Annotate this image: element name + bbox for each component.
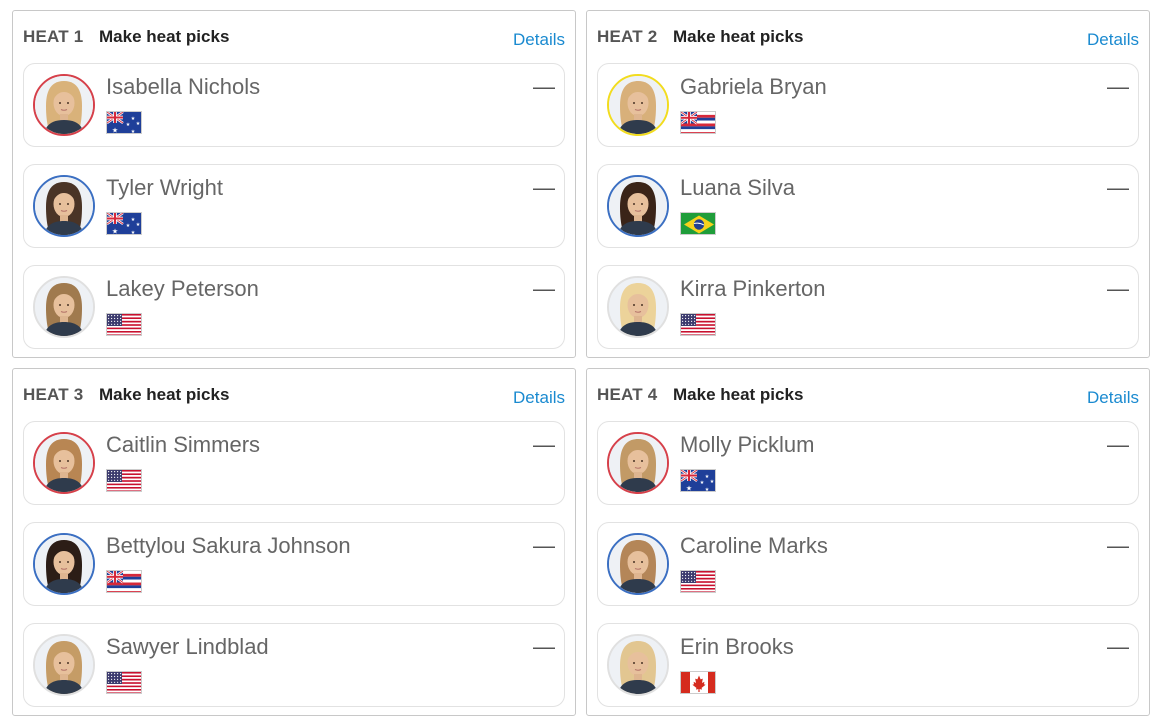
make-heat-picks-link[interactable]: Make heat picks xyxy=(673,385,803,405)
flag-brazil-icon xyxy=(680,212,716,235)
heat-card: HEAT 1 Make heat picks Details Isabella Ni… xyxy=(12,10,576,358)
athlete-avatar xyxy=(33,432,95,494)
heat-card: HEAT 4 Make heat picks Details Molly Pickl… xyxy=(586,368,1150,716)
athlete-name: Molly Picklum xyxy=(680,432,815,457)
athlete-card[interactable]: Sawyer Lindblad — xyxy=(23,623,565,707)
svg-text:★: ★ xyxy=(686,485,692,493)
athlete-card[interactable]: Caroline Marks — xyxy=(597,522,1139,606)
athlete-avatar xyxy=(33,634,95,696)
athlete-score: — xyxy=(1107,276,1129,301)
athlete-score: — xyxy=(1107,175,1129,200)
svg-text:★: ★ xyxy=(131,230,136,235)
athlete-score: — xyxy=(533,432,555,457)
svg-text:★: ★ xyxy=(136,222,141,228)
heat-label: HEAT 2 xyxy=(597,27,658,46)
details-link[interactable]: Details xyxy=(1087,30,1139,50)
flag-australia-icon: ★ ★ ★ ★ ★ xyxy=(106,212,142,235)
flag-australia-icon: ★ ★ ★ ★ ★ xyxy=(106,111,142,134)
athlete-name: Gabriela Bryan xyxy=(680,74,827,99)
athlete-avatar xyxy=(607,74,669,136)
athlete-card[interactable]: Molly Picklum ★ ★ ★ ★ ★ — xyxy=(597,421,1139,505)
flag-hawaii-icon xyxy=(106,570,142,593)
svg-text:★: ★ xyxy=(700,480,705,486)
svg-text:★: ★ xyxy=(112,127,118,135)
svg-text:★: ★ xyxy=(131,129,136,134)
athlete-score: — xyxy=(533,74,555,99)
athlete-name: Caroline Marks xyxy=(680,533,828,558)
heat-header: HEAT 2 Make heat picks Details xyxy=(597,25,1139,51)
flag-usa-icon xyxy=(106,671,142,694)
heat-label: HEAT 4 xyxy=(597,385,658,404)
athlete-card[interactable]: Isabella Nichols ★ ★ ★ ★ ★ — xyxy=(23,63,565,147)
athlete-avatar xyxy=(607,175,669,237)
svg-text:★: ★ xyxy=(136,121,141,127)
athlete-card[interactable]: Kirra Pinkerton — xyxy=(597,265,1139,349)
flag-australia-icon: ★ ★ ★ ★ ★ xyxy=(680,469,716,492)
svg-text:★: ★ xyxy=(710,479,715,485)
athlete-card[interactable]: Luana Silva — xyxy=(597,164,1139,248)
athlete-score: — xyxy=(533,634,555,659)
athlete-score: — xyxy=(533,533,555,558)
athlete-avatar xyxy=(607,432,669,494)
flag-usa-icon xyxy=(680,313,716,336)
athlete-name: Sawyer Lindblad xyxy=(106,634,269,659)
athlete-score: — xyxy=(533,276,555,301)
athlete-avatar xyxy=(607,533,669,595)
details-link[interactable]: Details xyxy=(1087,388,1139,408)
athlete-avatar xyxy=(33,74,95,136)
svg-text:★: ★ xyxy=(126,122,131,128)
heat-header: HEAT 3 Make heat picks Details xyxy=(23,383,565,409)
make-heat-picks-link[interactable]: Make heat picks xyxy=(99,27,229,47)
heat-card: HEAT 2 Make heat picks Details Gabriela Br… xyxy=(586,10,1150,358)
athlete-score: — xyxy=(1107,533,1129,558)
details-link[interactable]: Details xyxy=(513,388,565,408)
svg-text:★: ★ xyxy=(705,487,710,492)
heat-label: HEAT 1 xyxy=(23,27,84,46)
athlete-name: Erin Brooks xyxy=(680,634,794,659)
details-link[interactable]: Details xyxy=(513,30,565,50)
athlete-card[interactable]: Bettylou Sakura Johnson — xyxy=(23,522,565,606)
athlete-card[interactable]: Caitlin Simmers — xyxy=(23,421,565,505)
athlete-name: Tyler Wright xyxy=(106,175,223,200)
heat-label: HEAT 3 xyxy=(23,385,84,404)
athlete-avatar xyxy=(607,634,669,696)
heat-header: HEAT 4 Make heat picks Details xyxy=(597,383,1139,409)
athlete-card[interactable]: Erin Brooks — xyxy=(597,623,1139,707)
athlete-name: Isabella Nichols xyxy=(106,74,261,99)
athlete-name: Kirra Pinkerton xyxy=(680,276,826,301)
athlete-avatar xyxy=(33,533,95,595)
athlete-avatar xyxy=(33,276,95,338)
athlete-score: — xyxy=(1107,432,1129,457)
svg-text:★: ★ xyxy=(126,223,131,229)
make-heat-picks-link[interactable]: Make heat picks xyxy=(673,27,803,47)
athlete-score: — xyxy=(1107,634,1129,659)
athlete-name: Bettylou Sakura Johnson xyxy=(106,533,351,558)
heat-card: HEAT 3 Make heat picks Details Caitlin Sim… xyxy=(12,368,576,716)
make-heat-picks-link[interactable]: Make heat picks xyxy=(99,385,229,405)
athlete-avatar xyxy=(607,276,669,338)
athlete-name: Lakey Peterson xyxy=(106,276,259,301)
athlete-card[interactable]: Tyler Wright ★ ★ ★ ★ ★ — xyxy=(23,164,565,248)
athlete-score: — xyxy=(533,175,555,200)
heat-header: HEAT 1 Make heat picks Details xyxy=(23,25,565,51)
athlete-score: — xyxy=(1107,74,1129,99)
svg-text:★: ★ xyxy=(112,228,118,236)
flag-usa-icon xyxy=(106,469,142,492)
flag-canada-icon xyxy=(680,671,716,694)
flag-hawaii-icon xyxy=(680,111,716,134)
athlete-name: Luana Silva xyxy=(680,175,795,200)
flag-usa-icon xyxy=(106,313,142,336)
athlete-card[interactable]: Lakey Peterson — xyxy=(23,265,565,349)
flag-usa-icon xyxy=(680,570,716,593)
athlete-card[interactable]: Gabriela Bryan — xyxy=(597,63,1139,147)
athlete-avatar xyxy=(33,175,95,237)
athlete-name: Caitlin Simmers xyxy=(106,432,261,457)
